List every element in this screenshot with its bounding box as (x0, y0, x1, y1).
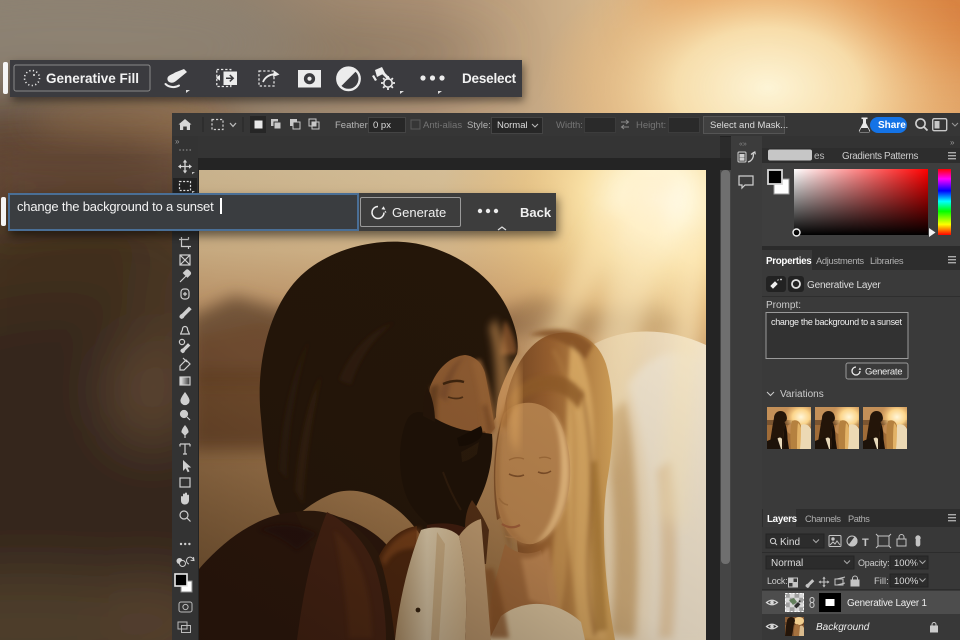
svg-text:Opacity:: Opacity: (858, 558, 889, 568)
svg-text:T: T (862, 537, 869, 549)
svg-text:es: es (814, 151, 825, 162)
svg-text:Generate: Generate (865, 367, 902, 378)
svg-text:Normal: Normal (771, 558, 803, 569)
svg-text:Generative Layer 1: Generative Layer 1 (847, 598, 927, 609)
svg-text:Patterns: Patterns (884, 151, 918, 162)
svg-text:100%: 100% (894, 576, 919, 587)
svg-text:Paths: Paths (848, 514, 870, 524)
svg-text:«»: «» (739, 141, 747, 148)
svg-text:Layers: Layers (767, 514, 798, 525)
svg-text:Prompt:: Prompt: (766, 300, 801, 311)
svg-text:Gradients: Gradients (842, 151, 882, 162)
svg-text:Channels: Channels (805, 514, 841, 524)
svg-text:Generative Layer: Generative Layer (807, 280, 881, 291)
svg-text:change the background to a sun: change the background to a sunset (771, 317, 903, 327)
svg-text:»: » (950, 138, 955, 147)
svg-text:Lock:: Lock: (767, 576, 788, 586)
svg-text:Variations: Variations (780, 389, 824, 400)
svg-text:Properties: Properties (766, 256, 812, 267)
svg-text:Adjustments: Adjustments (816, 255, 864, 266)
svg-text:100%: 100% (894, 558, 919, 569)
svg-text:Background: Background (816, 622, 870, 633)
svg-text:Libraries: Libraries (870, 255, 904, 266)
svg-text:Fill:: Fill: (874, 576, 889, 587)
svg-text:Deselect: Deselect (462, 71, 517, 86)
svg-text:Generative Fill: Generative Fill (46, 71, 139, 86)
svg-text:»: » (175, 137, 180, 146)
svg-text:Kind: Kind (780, 537, 800, 548)
